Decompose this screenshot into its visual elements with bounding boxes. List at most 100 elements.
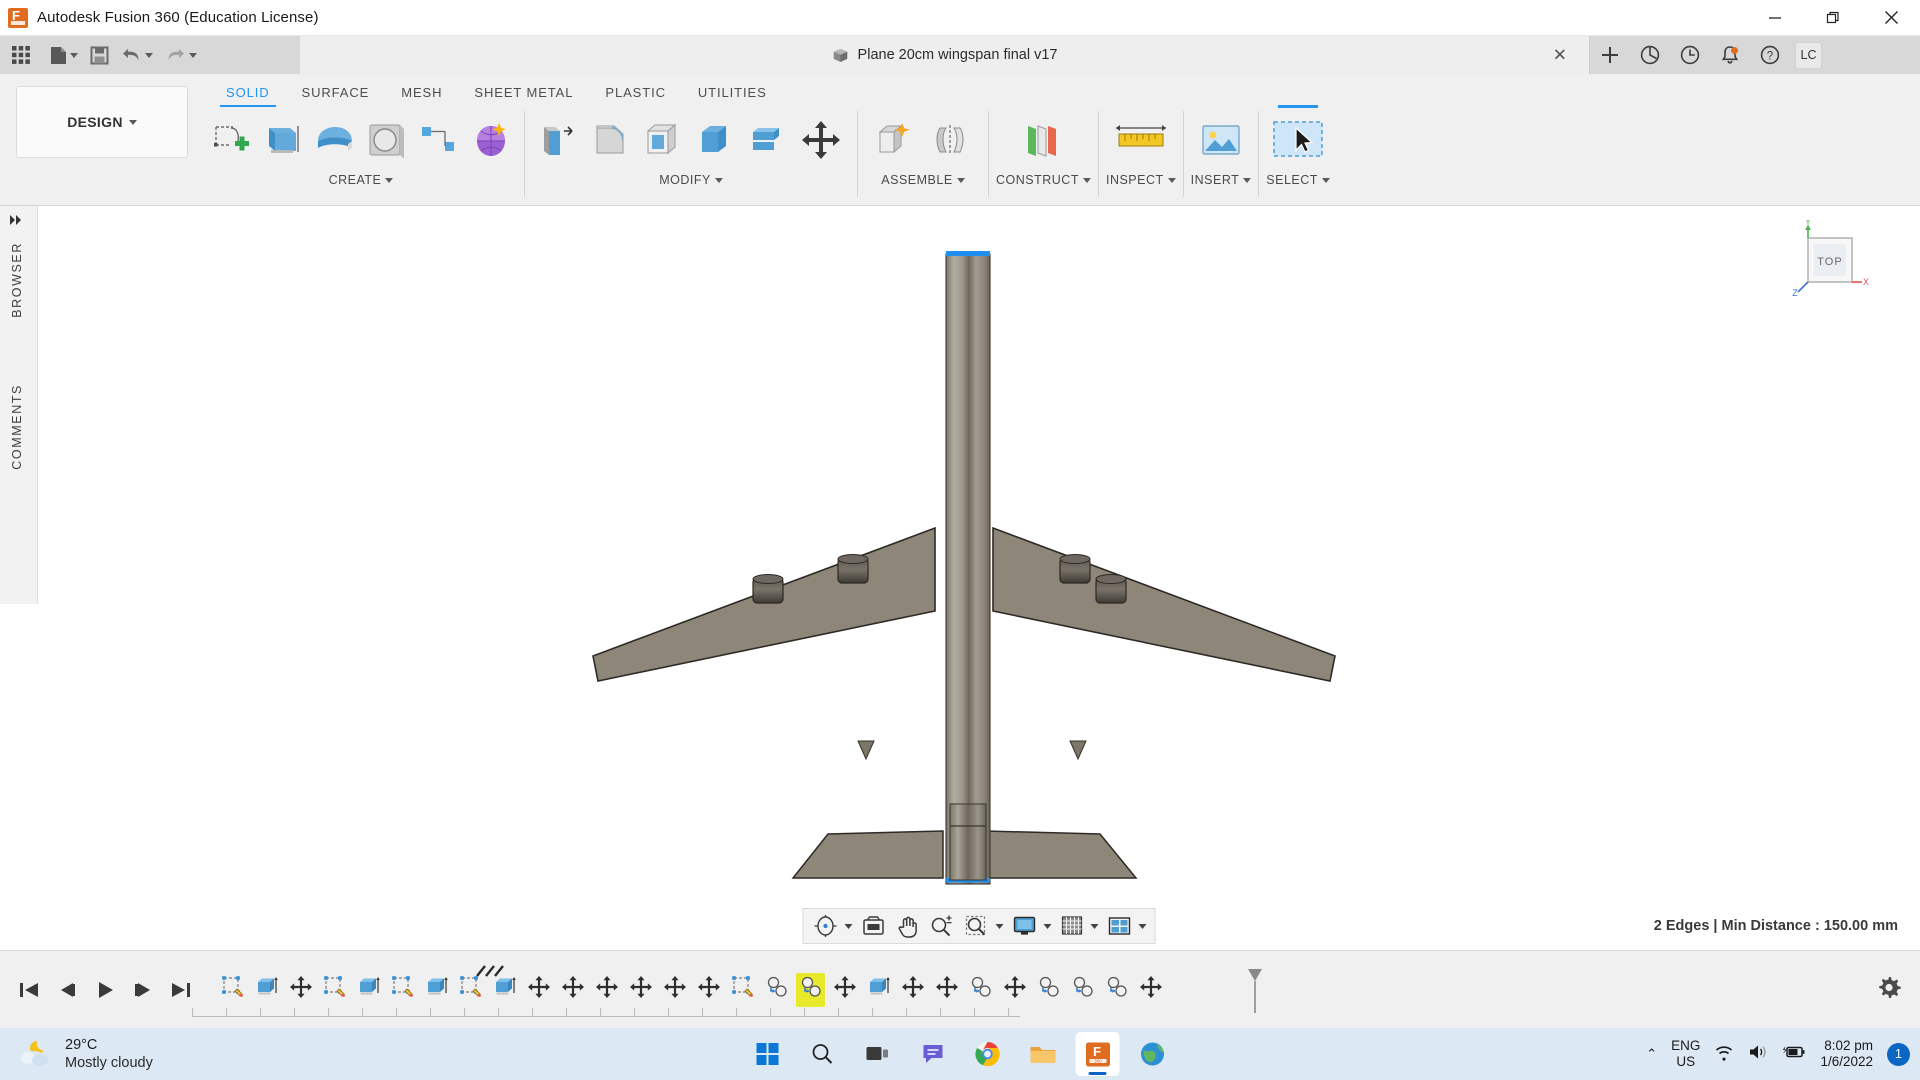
timeline-feature[interactable] <box>1000 973 1029 1007</box>
pan-icon[interactable] <box>892 910 924 942</box>
taskbar-weather-widget[interactable]: 29°C Mostly cloudy <box>0 1036 153 1072</box>
chevron-down-icon[interactable] <box>1043 923 1052 929</box>
timeline-feature[interactable] <box>354 973 383 1007</box>
fillet-icon[interactable] <box>584 111 636 169</box>
ribbon-panel-label-select[interactable]: SELECT <box>1266 173 1330 187</box>
timeline-feature[interactable] <box>966 973 995 1007</box>
timeline-feature[interactable] <box>592 973 621 1007</box>
timeline-feature[interactable] <box>728 973 757 1007</box>
move-copy-icon[interactable] <box>792 111 850 169</box>
fusion-button[interactable]: F 360 <box>1075 1032 1120 1076</box>
job-status-icon[interactable] <box>1670 36 1710 74</box>
display-settings-icon[interactable] <box>1008 910 1042 942</box>
notifications-bell-icon[interactable] <box>1710 36 1750 74</box>
taskbar-clock[interactable]: 8:02 pm 1/6/2022 <box>1820 1038 1873 1070</box>
sidebar-item-comments[interactable]: COMMENTS <box>10 384 24 470</box>
timeline-feature[interactable] <box>388 973 417 1007</box>
document-tab[interactable]: Plane 20cm wingspan final v17 ✕ <box>300 36 1590 74</box>
timeline-feature[interactable] <box>286 973 315 1007</box>
measure-icon[interactable] <box>1112 111 1170 169</box>
create-sketch-icon[interactable] <box>205 111 257 169</box>
select-cursor-icon[interactable] <box>1269 111 1327 169</box>
ribbon-tab-solid[interactable]: SOLID <box>210 81 286 107</box>
zoom-icon[interactable] <box>925 910 959 942</box>
show-hidden-icons-icon[interactable]: ⌃ <box>1646 1046 1657 1062</box>
orbit-icon[interactable] <box>809 910 843 942</box>
step-forward-icon[interactable] <box>128 973 158 1007</box>
redo-icon[interactable] <box>159 36 203 74</box>
notification-badge[interactable]: 1 <box>1887 1042 1910 1066</box>
grid-snaps-icon[interactable] <box>1056 910 1089 942</box>
draft-icon[interactable] <box>688 111 740 169</box>
timeline-feature[interactable] <box>1034 973 1063 1007</box>
help-question-icon[interactable]: ? <box>1750 36 1790 74</box>
explorer-button[interactable] <box>1021 1032 1065 1076</box>
ribbon-panel-label-create[interactable]: CREATE <box>329 173 394 187</box>
chevron-down-icon[interactable] <box>145 52 153 58</box>
start-button[interactable] <box>746 1032 790 1076</box>
gear-icon[interactable] <box>1876 974 1902 1005</box>
skip-to-start-icon[interactable] <box>14 973 44 1007</box>
account-avatar[interactable]: LC <box>1795 41 1822 69</box>
insert-canvas-icon[interactable] <box>1192 111 1250 169</box>
chevron-down-icon[interactable] <box>1138 923 1147 929</box>
chrome-button[interactable] <box>966 1032 1010 1076</box>
step-back-icon[interactable] <box>52 973 82 1007</box>
play-icon[interactable] <box>90 973 120 1007</box>
timeline-feature[interactable] <box>830 973 859 1007</box>
search-button[interactable] <box>801 1032 845 1076</box>
viewports-icon[interactable] <box>1103 910 1137 942</box>
sweep-icon[interactable] <box>361 111 413 169</box>
expand-arrows-icon[interactable] <box>9 214 27 229</box>
joint-icon[interactable] <box>923 111 981 169</box>
timeline-feature[interactable] <box>1102 973 1131 1007</box>
language-indicator[interactable]: ENG US <box>1671 1038 1700 1070</box>
timeline-feature[interactable] <box>626 973 655 1007</box>
form-icon[interactable] <box>465 111 517 169</box>
revolve-icon[interactable] <box>309 111 361 169</box>
timeline-feature[interactable] <box>456 973 485 1007</box>
timeline-feature[interactable] <box>490 973 519 1007</box>
ribbon-panel-label-construct[interactable]: CONSTRUCT <box>996 173 1091 187</box>
timeline-feature[interactable] <box>694 973 723 1007</box>
chevron-down-icon[interactable] <box>1090 923 1099 929</box>
save-icon[interactable] <box>84 36 115 74</box>
timeline-feature[interactable] <box>218 973 247 1007</box>
extensions-icon[interactable] <box>1630 36 1670 74</box>
timeline-feature[interactable] <box>864 973 893 1007</box>
workspace-switcher[interactable]: DESIGN <box>16 86 188 158</box>
chevron-down-icon[interactable] <box>995 923 1004 929</box>
ribbon-panel-label-modify[interactable]: MODIFY <box>659 173 723 187</box>
minimize-icon[interactable] <box>1746 0 1804 36</box>
timeline-feature[interactable] <box>762 973 791 1007</box>
timeline-feature[interactable] <box>1136 973 1165 1007</box>
new-document-icon[interactable] <box>44 36 84 74</box>
chevron-down-icon[interactable] <box>189 52 197 58</box>
new-component-icon[interactable] <box>865 111 923 169</box>
timeline-feature[interactable] <box>932 973 961 1007</box>
ribbon-panel-label-assemble[interactable]: ASSEMBLE <box>881 173 965 187</box>
ribbon-panel-label-inspect[interactable]: INSPECT <box>1106 173 1176 187</box>
zoom-window-icon[interactable] <box>960 910 994 942</box>
chevron-down-icon[interactable] <box>70 52 78 58</box>
look-at-icon[interactable] <box>857 910 891 942</box>
timeline-feature[interactable] <box>558 973 587 1007</box>
view-cube[interactable]: TOP Y X Z <box>1786 217 1872 306</box>
browser-button[interactable] <box>1131 1032 1175 1076</box>
airplane-top-view-model[interactable] <box>38 206 1920 950</box>
timeline-feature[interactable] <box>660 973 689 1007</box>
ribbon-tab-mesh[interactable]: MESH <box>385 81 458 107</box>
ribbon-tab-plastic[interactable]: PLASTIC <box>589 81 681 107</box>
chevron-down-icon[interactable] <box>844 923 853 929</box>
battery-charging-icon[interactable] <box>1782 1043 1806 1066</box>
timeline-end-marker-icon[interactable] <box>1245 965 1265 1013</box>
skip-to-end-icon[interactable] <box>166 973 196 1007</box>
close-icon[interactable] <box>1862 0 1920 36</box>
sidebar-item-browser[interactable]: BROWSER <box>10 242 24 318</box>
ribbon-tab-utilities[interactable]: UTILITIES <box>682 81 783 107</box>
undo-icon[interactable] <box>115 36 159 74</box>
press-pull-icon[interactable] <box>532 111 584 169</box>
timeline-feature[interactable] <box>422 973 451 1007</box>
shell-icon[interactable] <box>636 111 688 169</box>
loft-icon[interactable] <box>413 111 465 169</box>
